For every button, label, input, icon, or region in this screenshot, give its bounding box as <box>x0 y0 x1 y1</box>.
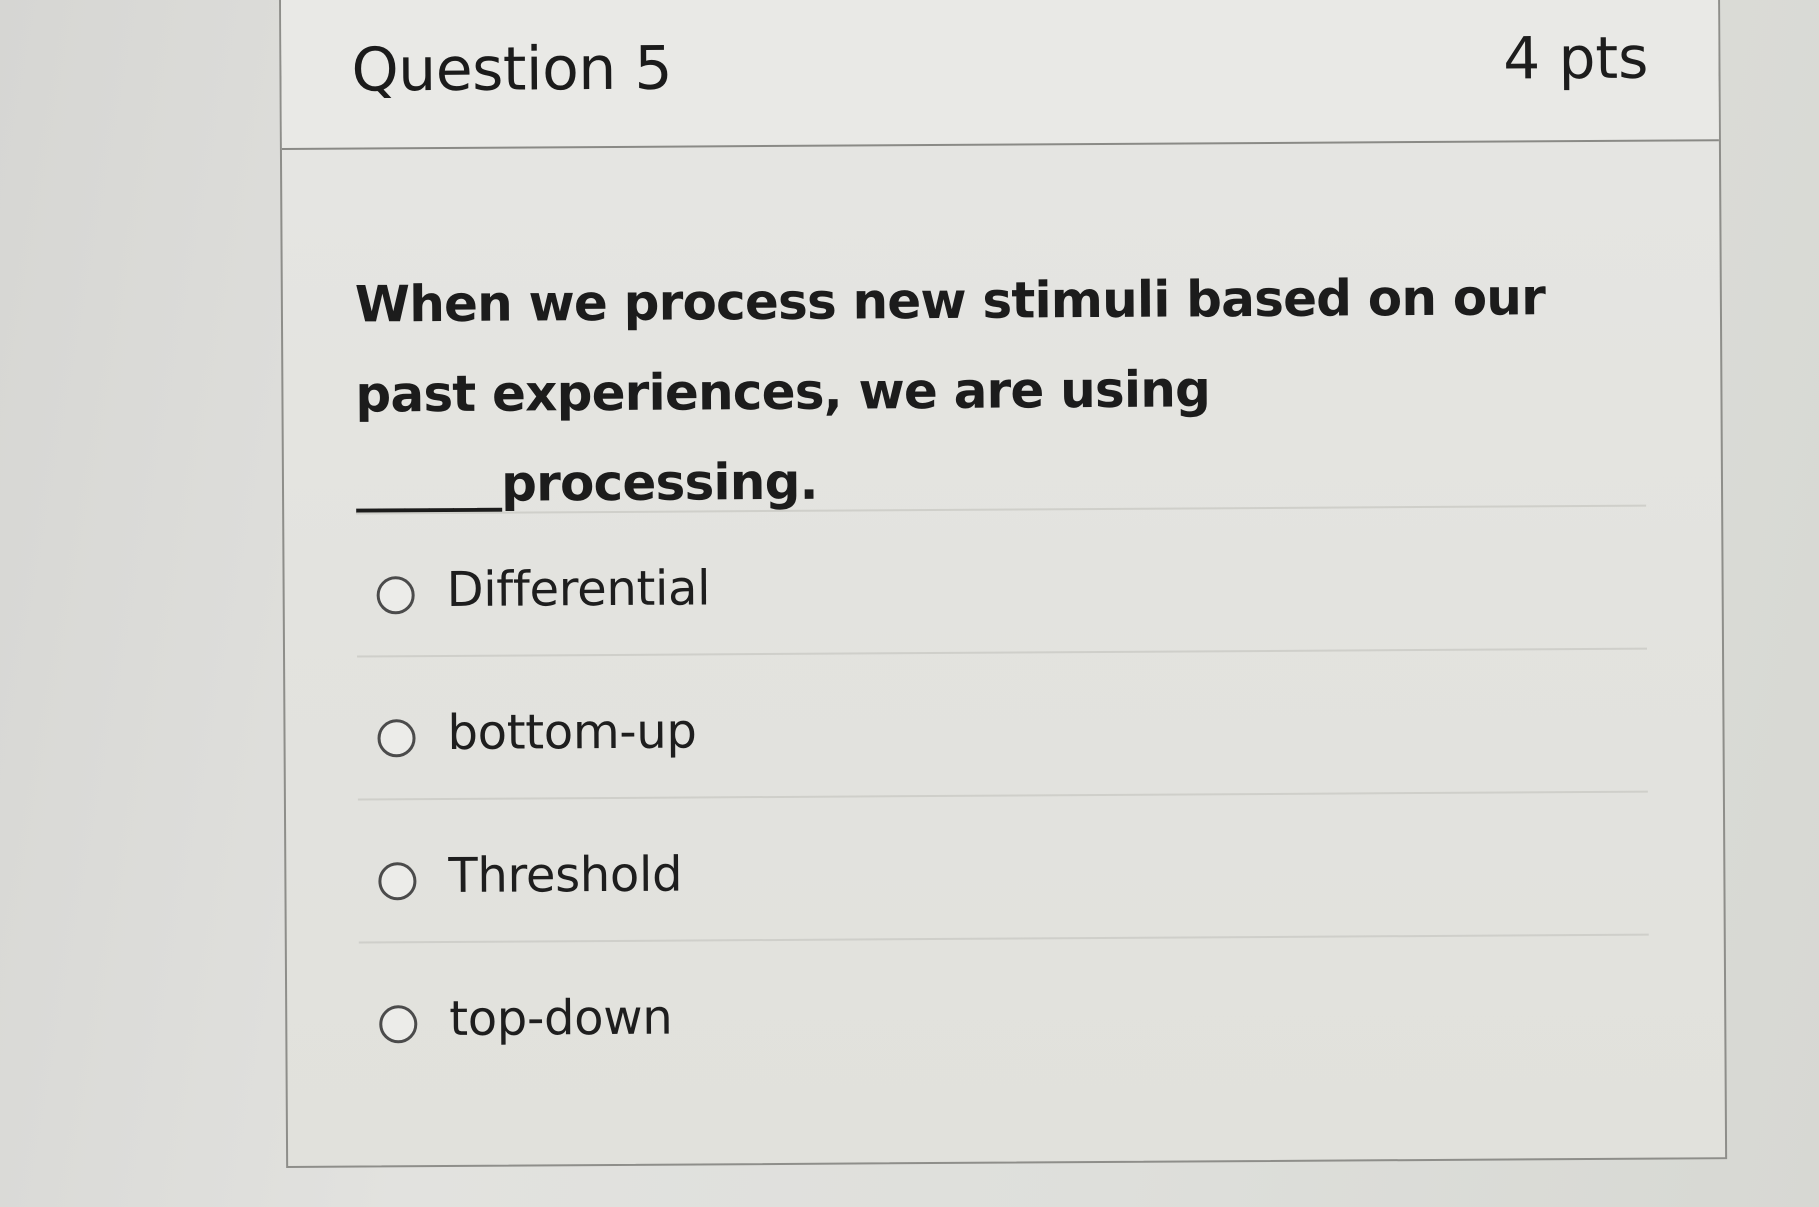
question-header: Question 5 4 pts <box>281 0 1719 150</box>
answer-label[interactable]: bottom-up <box>447 703 696 761</box>
radio-button[interactable] <box>378 862 417 901</box>
radio-button[interactable] <box>376 576 415 615</box>
answer-label[interactable]: Threshold <box>448 847 682 904</box>
answer-label[interactable]: top-down <box>449 990 672 1047</box>
answer-label[interactable]: Differential <box>446 560 710 618</box>
question-points: 4 pts <box>1503 23 1649 93</box>
question-card: Question 5 4 pts When we process new sti… <box>279 0 1728 1168</box>
question-title: Question 5 <box>351 33 673 106</box>
radio-button[interactable] <box>379 1005 418 1044</box>
answer-list: Differential bottom-up Threshold top-dow… <box>356 504 1650 1085</box>
question-text: When we process new stimuli based on our… <box>354 268 1546 514</box>
answer-option-threshold[interactable]: Threshold <box>357 790 1649 942</box>
answer-option-differential[interactable]: Differential <box>356 504 1648 656</box>
answer-option-top-down[interactable]: top-down <box>358 933 1650 1085</box>
radio-button[interactable] <box>377 719 416 758</box>
answer-option-bottom-up[interactable]: bottom-up <box>357 647 1648 799</box>
